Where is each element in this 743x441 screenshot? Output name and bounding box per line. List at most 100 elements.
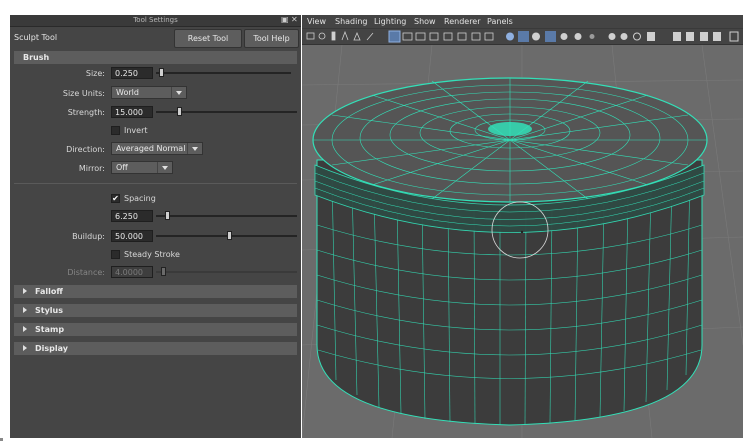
divider [14,183,297,184]
menu-renderer[interactable]: Renderer [444,17,481,26]
triangle-right-icon [23,326,27,332]
viewport-scene[interactable] [302,45,743,438]
film-back-icon [457,32,467,41]
xray-icon [560,33,568,40]
tool-settings-title: Tool Settings [133,16,178,24]
film-gate-icon [341,30,349,41]
chevron-down-icon [187,143,202,154]
float-icon[interactable]: ▣ [281,15,289,24]
triangle-right-icon [23,345,27,351]
invert-label: Invert [124,126,148,135]
size-units-value: World [116,88,139,97]
mirror-value: Off [116,163,128,172]
distance-slider-handle [161,267,166,276]
isolate-select-icon [673,32,681,41]
size-units-dropdown[interactable]: World [111,86,187,99]
strength-slider-handle[interactable] [177,107,183,116]
xray-components-icon [700,32,708,41]
reset-tool-button[interactable]: Reset Tool [174,29,242,48]
resolution-gate-icon [443,32,453,41]
triangle-right-icon [23,288,27,294]
falloff-section-header[interactable]: Falloff [14,285,297,298]
menu-view[interactable]: View [307,17,326,26]
display-section-header[interactable]: Display [14,342,297,355]
brush-icon [366,32,374,41]
select-camera-icon [318,32,326,40]
lock-icon [729,31,739,42]
brush-cursor-center [520,230,524,234]
spacing-slider-handle[interactable] [164,211,170,220]
direction-value: Averaged Normal [116,144,186,153]
tool-name: Sculpt Tool [14,33,58,42]
tool-icon [353,31,361,41]
buildup-label: Buildup: [72,232,105,241]
mirror-label: Mirror: [78,164,105,173]
motion-blur-icon [633,32,641,41]
spacing-label: Spacing [124,194,156,203]
stamp-label: Stamp [35,325,65,334]
stamp-section-header[interactable]: Stamp [14,323,297,336]
menu-panels[interactable]: Panels [487,17,513,26]
stylus-section-header[interactable]: Stylus [14,304,297,317]
tool-settings-titlebar: Tool Settings ▣ ✕ [10,15,301,27]
invert-checkbox[interactable] [111,126,120,135]
brush-section-label: Brush [23,53,50,62]
spacing-field[interactable]: 6.250 [111,210,153,222]
tool-help-button[interactable]: Tool Help [244,29,299,48]
tool-header-row: Sculpt Tool Reset Tool Tool Help [10,27,301,49]
buildup-field[interactable]: 50.000 [111,230,153,242]
grid-toggle-icon [388,30,401,43]
spacing-slider-track[interactable] [156,215,297,217]
distance-slider-track [156,271,297,273]
wireframe-on-shaded-icon [545,31,556,42]
wireframe-icon [506,32,514,41]
strength-field[interactable]: 15.000 [111,106,153,118]
camera-icon [306,32,315,40]
text-icon [484,32,494,41]
size-slider-track[interactable] [156,72,291,74]
shadows-icon [608,33,616,40]
steady-stroke-label: Steady Stroke [124,250,180,259]
menu-show[interactable]: Show [414,17,436,26]
viewport-toolbar [302,28,743,45]
distance-label: Distance: [67,268,105,277]
size-label: Size: [85,69,105,78]
image-plane-icon [471,32,481,41]
display-label: Display [35,344,68,353]
ambient-occlusion-icon [620,33,628,40]
xray-joints-icon [686,32,694,41]
safe-area-icon [429,32,439,41]
direction-label: Direction: [66,145,105,154]
dense-center [488,122,532,136]
lights-icon [589,34,595,39]
gamma-icon [713,32,721,41]
bookmark-icon [331,31,336,41]
steady-stroke-checkbox[interactable] [111,250,120,259]
textured-icon [574,33,582,40]
size-units-label: Size Units: [62,89,105,98]
viewport-toolbar-icons[interactable] [302,29,743,44]
multisample-icon [647,32,655,41]
size-slider-handle[interactable] [158,68,164,77]
chevron-down-icon [171,87,186,98]
chevron-down-icon [157,162,172,173]
direction-dropdown[interactable]: Averaged Normal [111,142,203,155]
triangle-right-icon [23,307,27,313]
distance-field: 4.0000 [111,266,153,278]
menu-lighting[interactable]: Lighting [374,17,406,26]
viewport-panel[interactable]: View Shading Lighting Show Renderer Pane… [302,15,743,438]
buildup-slider-handle[interactable] [226,231,232,240]
spacing-checkbox[interactable]: ✔ [111,194,120,203]
tool-settings-panel: Tool Settings ▣ ✕ Sculpt Tool Reset Tool… [10,15,301,438]
strength-label: Strength: [67,108,105,117]
mirror-dropdown[interactable]: Off [111,161,173,174]
shade-default-icon [532,32,540,41]
size-field[interactable]: 0.250 [111,67,153,79]
field-chart-icon [415,32,426,41]
brush-section-header[interactable]: Brush [14,51,297,64]
smooth-shade-icon [518,31,529,42]
viewport-menubar: View Shading Lighting Show Renderer Pane… [302,15,743,28]
gate-mask-icon [402,32,413,41]
menu-shading[interactable]: Shading [335,17,368,26]
close-icon[interactable]: ✕ [291,15,298,24]
